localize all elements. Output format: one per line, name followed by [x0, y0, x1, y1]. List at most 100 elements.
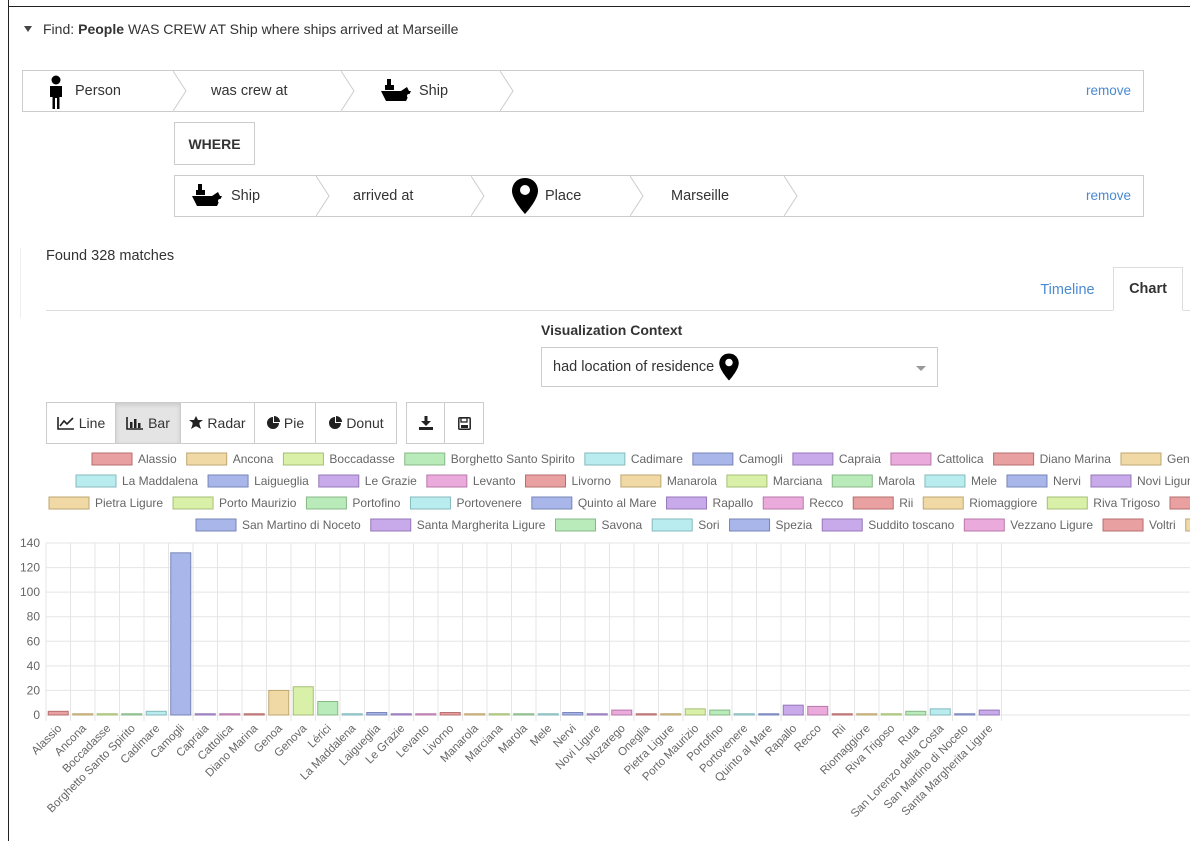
pie-chart-button[interactable]: Pie	[255, 403, 316, 443]
relation-label: was crew at	[211, 83, 288, 99]
visualization-context-select[interactable]: had location of residence	[541, 347, 938, 387]
legend-label: Quinto al Mare	[578, 496, 657, 510]
tab-timeline[interactable]: Timeline	[1025, 269, 1110, 310]
bar-chart-button[interactable]: Bar	[116, 403, 181, 443]
segment-divider	[500, 71, 514, 111]
legend-label: Mele	[971, 474, 997, 488]
legend-swatch	[282, 452, 324, 466]
legend-label: Riomaggiore	[969, 496, 1037, 510]
x-tick-label: Marola	[497, 722, 531, 756]
remove-row-link[interactable]: remove	[1086, 83, 1131, 98]
radar-chart-button[interactable]: Radar	[181, 403, 255, 443]
collapse-caret-icon[interactable]	[24, 26, 32, 32]
bar	[219, 713, 241, 716]
bar	[96, 713, 118, 716]
bar	[880, 713, 902, 716]
segment-divider	[784, 176, 798, 216]
legend-label: Marciana	[773, 474, 823, 488]
chart-type-group: Line Bar Radar Pie Donut	[46, 402, 397, 444]
legend-label: Pietra Ligure	[95, 496, 163, 510]
legend-label: Le Grazie	[365, 474, 417, 488]
relation-was-crew-at[interactable]: was crew at	[211, 71, 351, 111]
legend-swatch	[186, 452, 228, 466]
legend-label: San Martino di Noceto	[242, 518, 361, 532]
legend-label: Livorno	[572, 474, 612, 488]
person-label: Person	[75, 83, 121, 99]
place-segment[interactable]: Place	[511, 176, 631, 216]
download-button[interactable]	[407, 403, 445, 443]
line-chart-button[interactable]: Line	[47, 403, 116, 443]
donut-chart-label: Donut	[346, 415, 384, 431]
legend-label: Levanto	[473, 474, 516, 488]
chart-actions-group	[406, 402, 484, 444]
bar	[292, 686, 314, 716]
bar	[807, 705, 829, 716]
bar-chart-label: Bar	[148, 415, 170, 431]
find-query-header[interactable]: Find: People WAS CREW AT Ship where ship…	[24, 21, 458, 37]
legend-swatch	[1169, 496, 1190, 510]
legend-label: Marola	[878, 474, 915, 488]
legend-swatch	[831, 474, 873, 488]
bar	[268, 689, 290, 716]
ship-segment[interactable]: Ship	[379, 71, 499, 111]
legend-swatch	[924, 474, 966, 488]
legend-swatch	[792, 452, 834, 466]
remove-row-link[interactable]: remove	[1086, 188, 1131, 203]
find-rest: WAS CREW AT Ship where ships arrived at …	[128, 21, 459, 37]
legend-label: Spezia	[776, 518, 813, 532]
download-icon	[418, 416, 433, 430]
bar	[317, 700, 339, 716]
bar	[488, 713, 510, 716]
bar	[464, 713, 486, 716]
legend-swatch	[762, 496, 804, 510]
tab-chart[interactable]: Chart	[1113, 267, 1183, 311]
ship-segment[interactable]: Ship	[189, 176, 309, 216]
y-tick-label: 100	[20, 585, 40, 599]
bar	[121, 713, 143, 716]
bar	[782, 704, 804, 716]
legend-label: Portovenere	[456, 496, 522, 510]
bar	[611, 709, 633, 716]
legend-swatch	[531, 496, 573, 510]
y-tick-label: 120	[20, 561, 40, 575]
bar	[366, 712, 388, 716]
legend-swatch	[1046, 496, 1088, 510]
query-row-ship: Ship arrived at Place Marseille remove	[174, 175, 1144, 217]
legend-swatch	[48, 496, 90, 510]
legend-swatch	[525, 474, 567, 488]
found-matches-count: Found 328 matches	[46, 248, 175, 264]
ship-icon	[192, 184, 222, 206]
legend-swatch	[426, 474, 468, 488]
y-tick-label: 60	[27, 634, 41, 648]
legend-label: Boccadasse	[329, 452, 395, 466]
x-tick-label: Recco	[792, 723, 824, 755]
map-pin-icon	[512, 178, 538, 214]
legend-label: Sori	[698, 518, 719, 532]
legend-label: Novi Ligure	[1137, 474, 1190, 488]
find-entity: People	[78, 21, 125, 37]
legend-label: Capraia	[839, 452, 881, 466]
bar	[831, 713, 853, 716]
legend-label: Savona	[601, 518, 642, 532]
legend-swatch	[821, 518, 863, 532]
save-button[interactable]	[445, 403, 483, 443]
donut-chart-button[interactable]: Donut	[316, 403, 396, 443]
legend-swatch	[620, 474, 662, 488]
legend-swatch	[1102, 518, 1144, 532]
legend-swatch	[370, 518, 412, 532]
legend-swatch	[1006, 474, 1048, 488]
legend-swatch	[305, 496, 347, 510]
where-label: WHERE	[174, 122, 255, 165]
legend-swatch	[692, 452, 734, 466]
person-segment[interactable]: Person	[45, 71, 165, 111]
segment-divider	[471, 176, 485, 216]
ship-label: Ship	[231, 188, 261, 204]
radar-chart-label: Radar	[207, 415, 246, 431]
legend-swatch	[207, 474, 249, 488]
legend-label: Voltri	[1149, 518, 1176, 532]
legend-label: Recco	[809, 496, 843, 510]
legend-label: Manarola	[667, 474, 717, 488]
legend-swatch	[195, 518, 237, 532]
radar-icon	[189, 416, 204, 429]
bar	[390, 713, 412, 716]
